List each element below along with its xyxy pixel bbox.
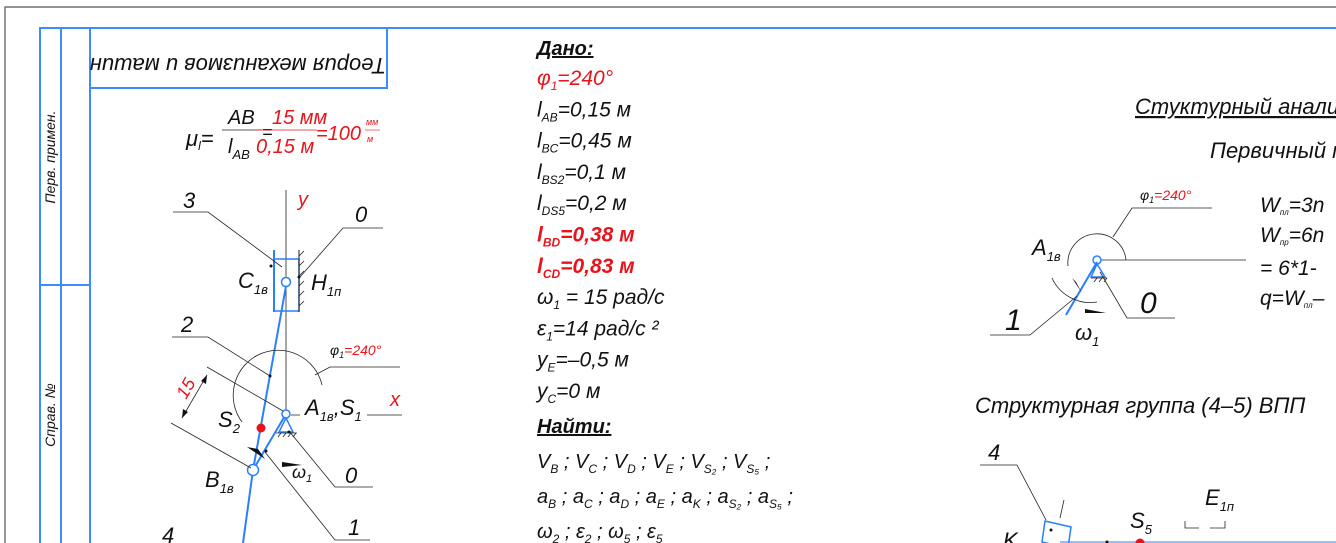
svg-text:ω1: ω1 — [1075, 320, 1099, 349]
svg-text:S2: S2 — [218, 407, 241, 436]
svg-text:K: K — [1003, 528, 1019, 543]
svg-text:0,15 м: 0,15 м — [256, 136, 314, 158]
structural-heading: Стуктурный анали — [1135, 94, 1336, 119]
svg-text:мм: мм — [366, 117, 378, 127]
svg-text:B1в: B1в — [205, 467, 234, 496]
svg-text:x: x — [389, 389, 401, 411]
svg-text:A1в: A1в — [1030, 235, 1061, 264]
given-item: φ1=240° — [537, 67, 613, 93]
svg-text:C1в: C1в — [238, 268, 268, 297]
svg-text:AB: AB — [227, 107, 255, 129]
svg-text:E1п: E1п — [1205, 485, 1234, 514]
mechanism-diagram: y 3 0 C1в H1п 2 φ1=240° 15 S2 A1в,S1 x B… — [162, 188, 402, 543]
svg-text:H1п: H1п — [311, 270, 341, 299]
svg-text:4: 4 — [162, 523, 174, 543]
perv-primen-label: Перв. примен. — [42, 110, 58, 203]
given-item: lCD=0,83 м — [537, 255, 635, 281]
svg-text:0: 0 — [355, 202, 368, 227]
given-item: lBS2=0,1 м — [537, 161, 626, 187]
svg-text:A1в,S1: A1в,S1 — [303, 395, 362, 424]
svg-text:lAB: lAB — [228, 136, 250, 162]
given-item: lDS5=0,2 м — [537, 192, 627, 218]
svg-text:0: 0 — [1140, 287, 1157, 320]
given-item: ε1=14 рад/с ² — [537, 317, 660, 343]
primary-mechanism-heading: Первичный м — [1210, 138, 1336, 163]
svg-text:1: 1 — [1005, 304, 1022, 337]
svg-text:y: y — [296, 189, 309, 211]
find-line: ω2 ; ε2 ; ω5 ; ε5 — [537, 521, 663, 543]
svg-text:φ1=240°: φ1=240° — [330, 342, 382, 360]
svg-text:1: 1 — [348, 515, 360, 540]
drawing-sheet: Теория механизмов и машин Перв. примен. … — [4, 6, 1336, 543]
svg-text:4: 4 — [988, 440, 1000, 465]
svg-text:q=Wпл–: q=Wпл– — [1260, 287, 1325, 310]
svg-text:φ1=240°: φ1=240° — [1140, 187, 1192, 205]
given-item: yE=–0,5 м — [535, 349, 629, 375]
svg-text:ω1: ω1 — [292, 462, 312, 485]
find-line: aB ; aC ; aD ; aE ; aK ; aS₂ ; aS₅ ; — [537, 486, 793, 511]
given-item: lAB=0,15 м — [537, 98, 631, 124]
svg-text:м: м — [367, 134, 373, 144]
scale-formula: μl= AB lAB = 15 мм 0,15 м =100 мм м — [185, 107, 380, 162]
given-item: yC=0 м — [535, 380, 600, 406]
find-title: Найти: — [537, 416, 611, 438]
given-item: ω1 = 15 рад/с — [537, 286, 665, 312]
s2-mass-center — [256, 423, 266, 433]
svg-text:Wпл=3n: Wпл=3n — [1260, 194, 1324, 217]
given-item: lBD=0,38 м — [537, 224, 635, 250]
sprav-no-label: Справ. № — [42, 383, 58, 447]
given-section: Дано: φ1=240° lAB=0,15 м lBC=0,45 м lBS2=0,… — [535, 38, 793, 543]
svg-text:= 6*1-: = 6*1- — [1260, 257, 1317, 280]
svg-text:=100: =100 — [316, 123, 361, 145]
svg-text:0: 0 — [345, 463, 358, 488]
svg-text:3: 3 — [183, 188, 196, 213]
svg-text:μl=: μl= — [185, 126, 214, 153]
svg-text:2: 2 — [180, 312, 193, 337]
given-title: Дано: — [535, 38, 594, 60]
structural-analysis: Стуктурный анали Первичный м φ1=240° A1в… — [975, 94, 1336, 543]
group-title: Структурная группа (4–5) ВПП — [975, 393, 1305, 418]
title-text: Теория механизмов и машин — [90, 53, 386, 78]
find-line: VB ; VC ; VD ; VE ; VS₂ ; VS₅ ; — [537, 451, 770, 476]
svg-text:S5: S5 — [1130, 508, 1153, 537]
svg-text:15: 15 — [172, 374, 200, 402]
given-item: lBC=0,45 м — [537, 130, 632, 156]
svg-text:Wпр=6n: Wпр=6n — [1260, 224, 1324, 247]
